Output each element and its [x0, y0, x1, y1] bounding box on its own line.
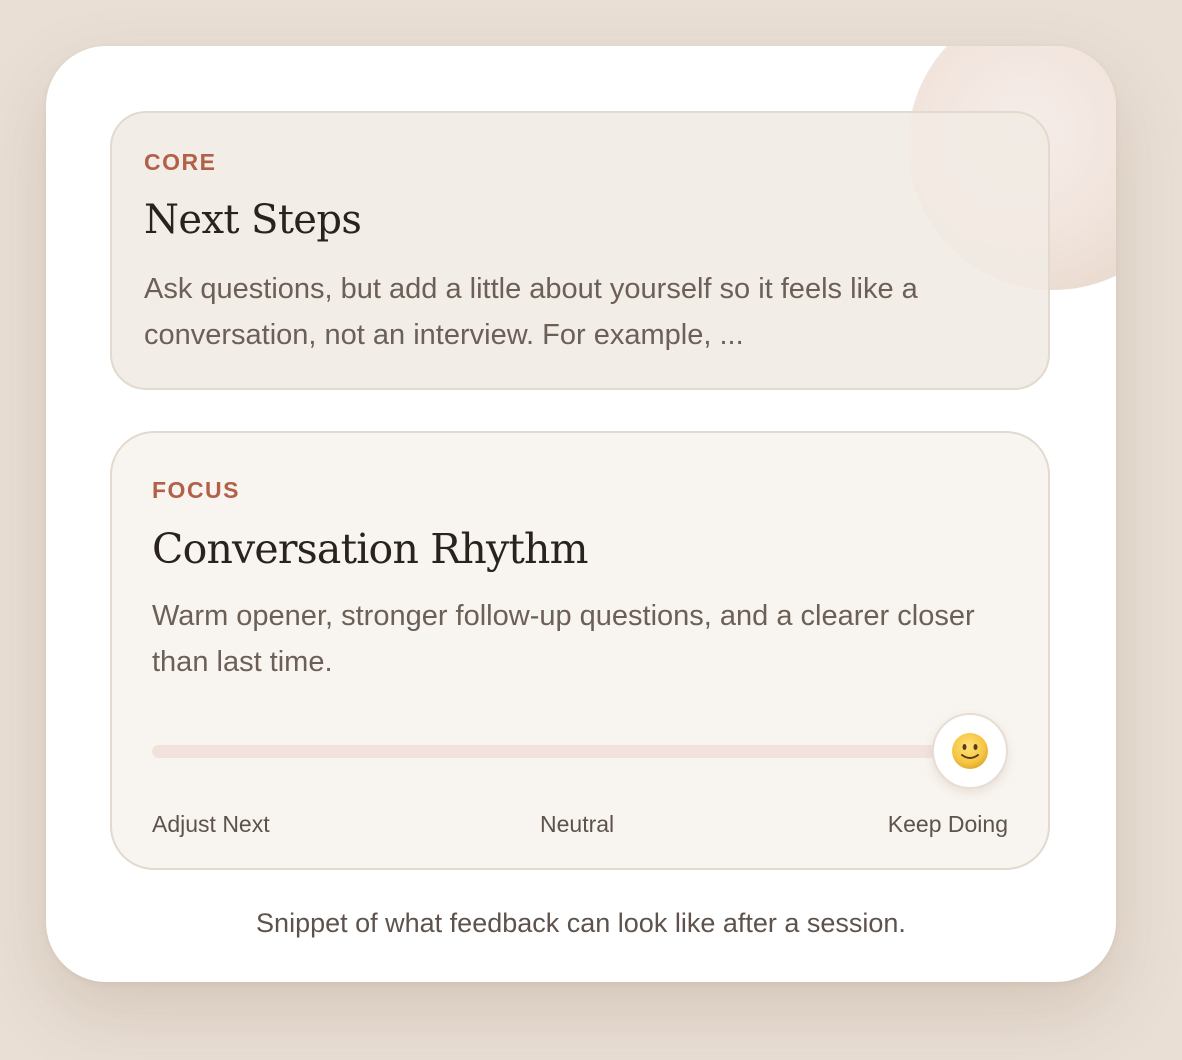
scale-label-adjust-next: Adjust Next	[152, 811, 270, 837]
focus-body: Warm opener, stronger follow-up question…	[152, 600, 975, 678]
focus-feedback-card: FOCUS Conversation Rhythm Warm opener, s…	[110, 431, 1050, 870]
caption-text: Snippet of what feedback can look like a…	[256, 908, 906, 938]
slider-track[interactable]	[152, 745, 972, 758]
core-feedback-card: CORE Next Steps Ask questions, but add a…	[110, 111, 1050, 390]
feedback-slider[interactable]	[152, 713, 1010, 793]
core-body: Ask questions, but add a little about yo…	[144, 273, 918, 351]
focus-eyebrow: FOCUS	[152, 477, 240, 503]
scale-label-neutral: Neutral	[540, 811, 615, 837]
smiley-face-icon	[952, 733, 988, 769]
core-eyebrow: CORE	[144, 149, 217, 175]
slider-thumb[interactable]	[932, 713, 1008, 789]
focus-title: Conversation Rhythm	[152, 525, 588, 573]
core-title: Next Steps	[144, 197, 362, 243]
scale-label-keep-doing: Keep Doing	[887, 811, 1008, 837]
feedback-preview-card: CORE Next Steps Ask questions, but add a…	[46, 46, 1116, 982]
